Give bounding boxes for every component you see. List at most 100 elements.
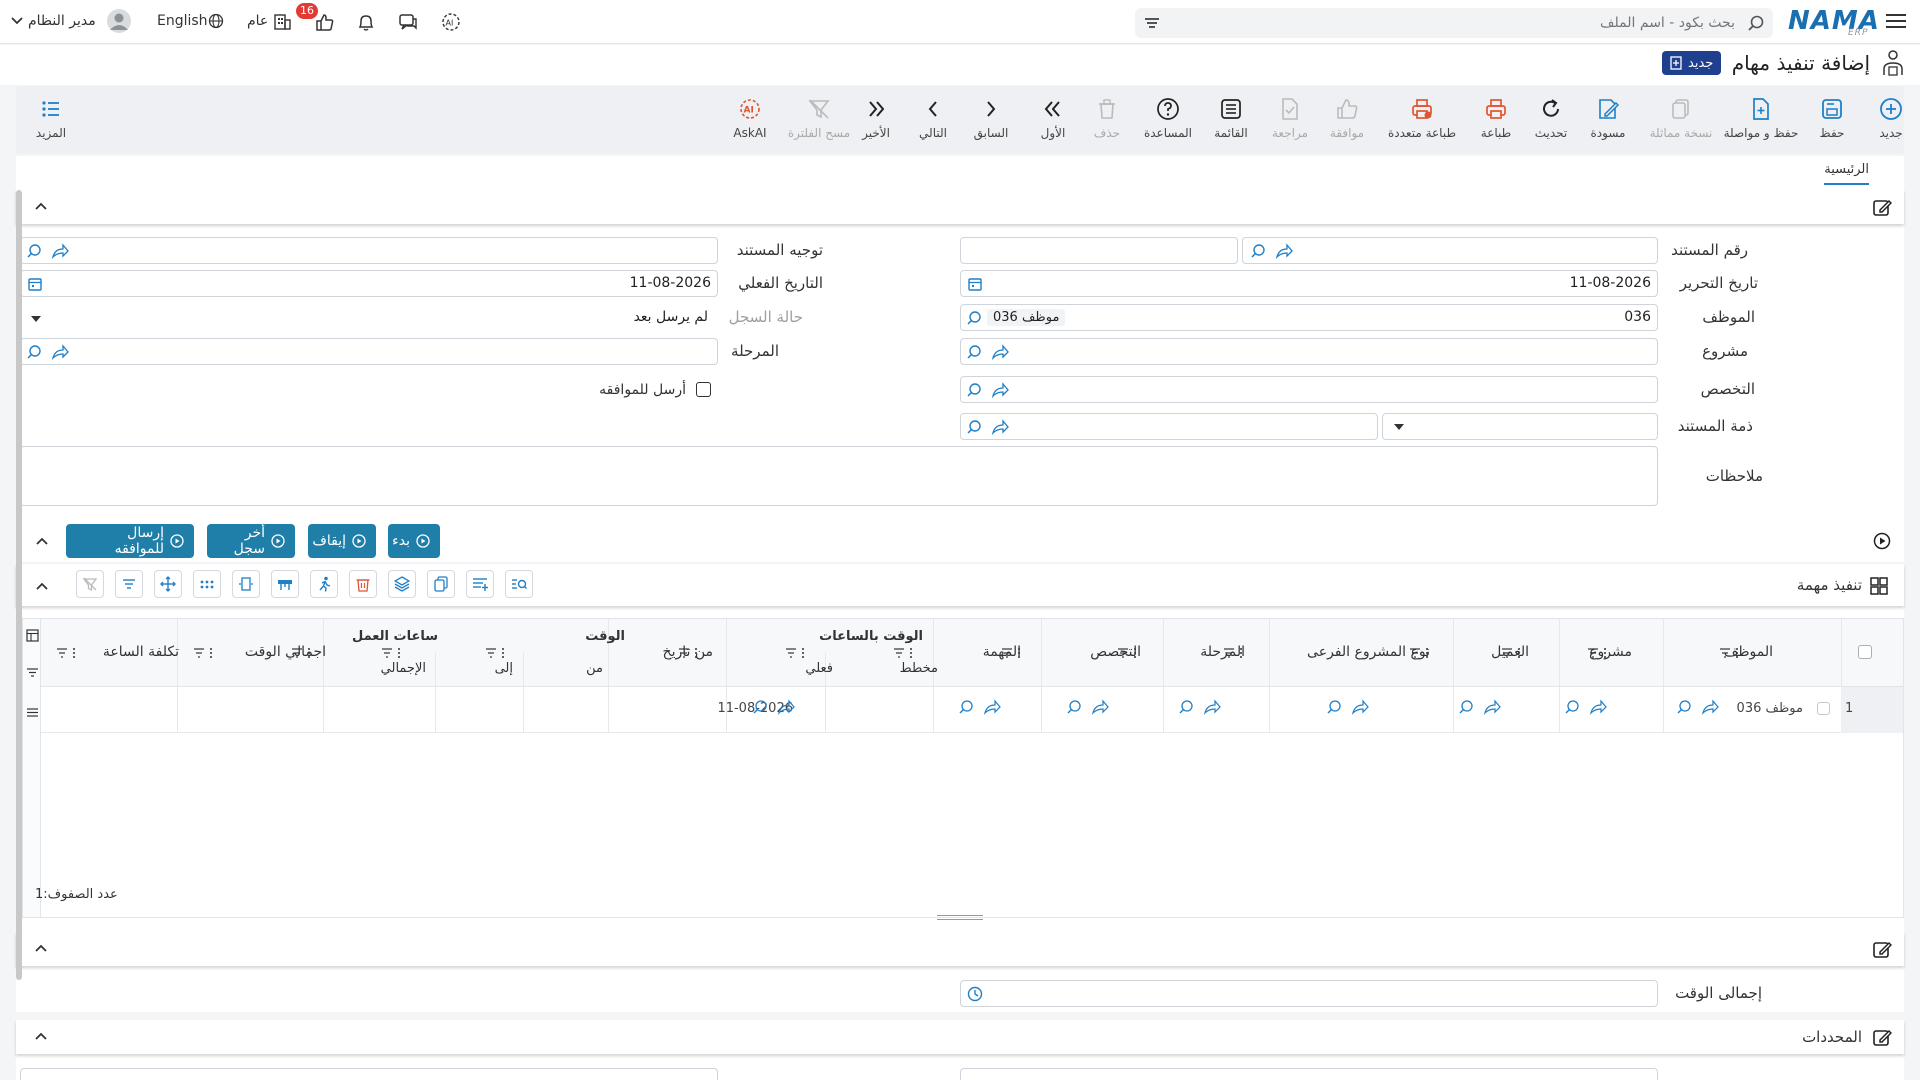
row-menu-icon[interactable] bbox=[26, 706, 39, 719]
column-filter-icon[interactable] bbox=[56, 647, 78, 659]
share-icon[interactable] bbox=[51, 344, 69, 360]
grid-clear-filter-button[interactable] bbox=[76, 570, 104, 598]
column-filter-icon[interactable] bbox=[893, 647, 915, 659]
col-total[interactable]: الإجمالي bbox=[381, 661, 426, 676]
caret-down-icon[interactable] bbox=[30, 314, 42, 324]
share-icon[interactable] bbox=[1275, 243, 1293, 259]
grid-bridge-button[interactable] bbox=[271, 570, 299, 598]
column-filter-icon[interactable] bbox=[1587, 647, 1609, 659]
first-record-button[interactable]: الأول bbox=[1018, 96, 1088, 146]
row-checkbox[interactable] bbox=[1817, 702, 1830, 715]
chevron-down-icon[interactable] bbox=[10, 14, 24, 28]
employee-field[interactable]: 036 موظف 036 bbox=[960, 304, 1658, 331]
cell-lookup-icon[interactable] bbox=[1565, 699, 1609, 715]
help-button[interactable]: المساعدة bbox=[1133, 96, 1203, 146]
hamburger-menu-icon[interactable] bbox=[1885, 11, 1907, 31]
grid-delete-button[interactable] bbox=[349, 570, 377, 598]
stop-button[interactable]: إيقاف bbox=[308, 524, 376, 558]
total-time-field[interactable] bbox=[960, 980, 1658, 1007]
column-filter-icon[interactable] bbox=[485, 647, 507, 659]
page-scrollbar[interactable] bbox=[16, 190, 22, 980]
column-filter-icon[interactable] bbox=[193, 647, 215, 659]
column-filter-icon[interactable] bbox=[1001, 647, 1023, 659]
company-name[interactable]: عام bbox=[247, 13, 268, 29]
brand-logo[interactable]: NAMA ERP bbox=[1788, 6, 1879, 38]
grid-run-button[interactable] bbox=[310, 570, 338, 598]
search-input[interactable] bbox=[1175, 11, 1735, 35]
specialization-field[interactable] bbox=[960, 376, 1658, 403]
grid-copy-button[interactable] bbox=[427, 570, 455, 598]
send-approval-button[interactable]: إرسال للموافقه bbox=[66, 524, 194, 558]
col-hour-cost[interactable]: تكلفة الساعة bbox=[103, 644, 179, 660]
chat-icon[interactable] bbox=[397, 11, 419, 33]
col-from[interactable]: من bbox=[586, 661, 603, 676]
stage-field[interactable] bbox=[20, 338, 718, 365]
filter-icon[interactable] bbox=[1143, 14, 1161, 32]
cell-lookup-icon[interactable] bbox=[1067, 699, 1111, 715]
doc-direction-field[interactable] bbox=[20, 237, 718, 264]
lookup-icon[interactable] bbox=[967, 310, 985, 326]
calendar-icon[interactable] bbox=[967, 276, 983, 292]
col-total-time[interactable]: اجمالي الوقت bbox=[245, 644, 326, 660]
column-filter-icon[interactable] bbox=[1409, 647, 1431, 659]
language-switch[interactable]: English bbox=[157, 13, 208, 29]
ai-assistant-icon[interactable]: AI bbox=[440, 11, 462, 33]
lookup-icon[interactable] bbox=[27, 344, 45, 360]
grid-move-button[interactable] bbox=[154, 570, 182, 598]
column-filter-icon[interactable] bbox=[1223, 647, 1245, 659]
column-chooser-icon[interactable] bbox=[26, 629, 39, 642]
search-icon[interactable] bbox=[1747, 14, 1765, 32]
actual-date-field[interactable]: 11-08-2026 bbox=[20, 270, 718, 297]
cell-lookup-icon[interactable] bbox=[753, 699, 797, 715]
chevron-up-icon[interactable] bbox=[34, 942, 48, 954]
doc-number-secondary-field[interactable] bbox=[960, 237, 1238, 264]
column-filter-icon[interactable] bbox=[678, 647, 700, 659]
edit-section-icon[interactable] bbox=[1872, 940, 1892, 960]
column-filter-icon[interactable] bbox=[785, 647, 807, 659]
start-button[interactable]: بدء bbox=[388, 524, 440, 558]
col-to[interactable]: إلى bbox=[495, 661, 513, 676]
cell-lookup-icon[interactable] bbox=[1459, 699, 1503, 715]
building-icon[interactable] bbox=[272, 11, 292, 31]
save-button[interactable]: حفظ bbox=[1797, 96, 1867, 146]
multi-print-button[interactable]: طباعة متعددة bbox=[1382, 96, 1462, 146]
col-actual[interactable]: فعلي bbox=[805, 661, 833, 676]
send-approval-checkbox[interactable] bbox=[696, 382, 711, 397]
play-circle-icon[interactable] bbox=[1873, 532, 1891, 550]
row-employee[interactable]: موظف 036 bbox=[1737, 701, 1803, 716]
grid-add-row-button[interactable] bbox=[466, 570, 494, 598]
column-filter-icon[interactable] bbox=[381, 647, 403, 659]
chevron-up-icon[interactable] bbox=[35, 535, 49, 547]
grid-layers-button[interactable] bbox=[388, 570, 416, 598]
column-filter-icon[interactable] bbox=[1117, 647, 1139, 659]
cell-lookup-icon[interactable] bbox=[959, 699, 1003, 715]
lookup-icon[interactable] bbox=[27, 243, 45, 259]
resize-handle[interactable] bbox=[937, 915, 983, 920]
last-record-workflow-button[interactable]: أخر سجل bbox=[207, 524, 295, 558]
cell-lookup-icon[interactable] bbox=[1179, 699, 1223, 715]
chevron-up-icon[interactable] bbox=[34, 200, 48, 212]
avatar[interactable] bbox=[107, 9, 131, 33]
user-name[interactable]: مدير النظام bbox=[28, 13, 96, 29]
more-button[interactable]: المزيد bbox=[16, 96, 86, 146]
grid-search-button[interactable] bbox=[505, 570, 533, 598]
clear-filter-button[interactable]: مسح الفلترة bbox=[784, 96, 854, 146]
lookup-icon[interactable] bbox=[967, 344, 985, 360]
lookup-icon[interactable] bbox=[967, 419, 985, 435]
share-icon[interactable] bbox=[51, 243, 69, 259]
list-button[interactable]: القائمة bbox=[1196, 96, 1266, 146]
grid-dots-button[interactable] bbox=[193, 570, 221, 598]
cell-lookup-icon[interactable] bbox=[1327, 699, 1371, 715]
grid-fit-button[interactable] bbox=[232, 570, 260, 598]
share-icon[interactable] bbox=[991, 382, 1009, 398]
chevron-up-icon[interactable] bbox=[35, 580, 49, 592]
column-filter-icon[interactable] bbox=[1719, 647, 1741, 659]
lookup-icon[interactable] bbox=[1251, 243, 1269, 259]
filter-icon[interactable] bbox=[26, 666, 39, 679]
edit-date-field[interactable]: 11-08-2026 bbox=[960, 270, 1658, 297]
print-button[interactable]: طباعة bbox=[1461, 96, 1531, 146]
project-field[interactable] bbox=[960, 338, 1658, 365]
edit-section-icon[interactable] bbox=[1872, 198, 1892, 218]
select-all-checkbox[interactable] bbox=[1858, 645, 1872, 659]
globe-icon[interactable] bbox=[208, 13, 224, 29]
